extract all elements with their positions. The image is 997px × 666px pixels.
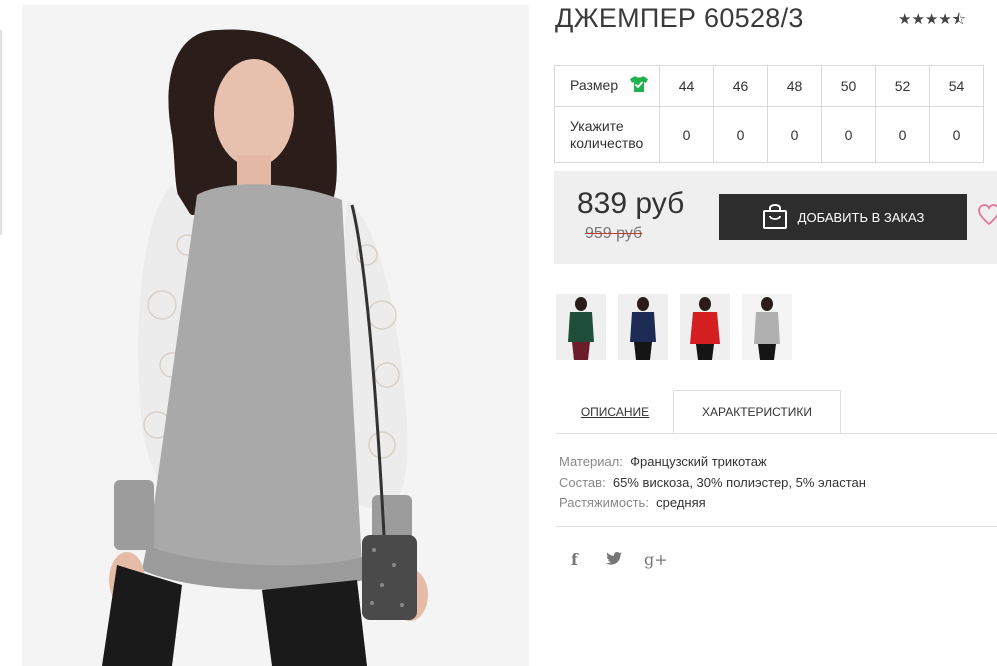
left-edge xyxy=(0,0,2,666)
spec-value: 65% вискоза, 30% полиэстер, 5% эластан xyxy=(612,474,866,490)
scroll-bar[interactable] xyxy=(0,30,2,235)
facebook-icon[interactable]: f xyxy=(571,550,578,569)
social-divider xyxy=(556,526,997,527)
model-photo xyxy=(22,5,529,666)
qty-46[interactable]: 0 xyxy=(713,106,768,163)
size-50[interactable]: 50 xyxy=(821,65,876,107)
qty-52[interactable]: 0 xyxy=(875,106,930,163)
qty-48[interactable]: 0 xyxy=(767,106,822,163)
thumbnail-grey[interactable] xyxy=(742,294,792,360)
qty-54[interactable]: 0 xyxy=(929,106,984,163)
spec-row: Материал: Французский трикотаж xyxy=(559,452,866,473)
product-main-image[interactable] xyxy=(22,5,529,666)
tab-characteristics[interactable]: ХАРАКТЕРИСТИКИ xyxy=(673,390,841,434)
rating-stars[interactable]: ★★★★⯪ xyxy=(898,9,966,34)
current-price: 839 руб xyxy=(577,187,685,220)
twitter-icon[interactable] xyxy=(606,552,622,570)
spec-key: Материал: xyxy=(559,454,623,469)
add-to-order-button[interactable]: ДОБАВИТЬ В ЗАКАЗ xyxy=(719,194,967,240)
googleplus-icon[interactable]: g+ xyxy=(644,550,668,569)
qty-44[interactable]: 0 xyxy=(659,106,714,163)
product-tabs: ОПИСАНИЕ ХАРАКТЕРИСТИКИ xyxy=(556,390,997,434)
spec-value: средняя xyxy=(656,495,706,510)
spec-row: Состав: 65% вискоза, 30% полиэстер, 5% э… xyxy=(559,473,866,494)
add-to-order-label: ДОБАВИТЬ В ЗАКАЗ xyxy=(797,209,925,225)
qty-label: Укажите количество xyxy=(554,106,660,163)
spec-row: Растяжимость: средняя xyxy=(559,493,866,514)
spec-key: Растяжимость: xyxy=(559,495,649,510)
specs-list: Материал: Французский трикотаж Состав: 6… xyxy=(559,452,866,514)
spec-value: Французский трикотаж xyxy=(630,454,767,469)
size-table: Размер 44 46 48 50 52 54 Укажите количес… xyxy=(554,65,984,163)
size-46[interactable]: 46 xyxy=(713,65,768,107)
thumbnail-green[interactable] xyxy=(556,294,606,360)
tab-description[interactable]: ОПИСАНИЕ xyxy=(556,390,674,434)
spec-key: Состав: xyxy=(559,474,606,490)
product-title: ДЖЕМПЕР 60528/3 xyxy=(555,3,804,33)
wishlist-heart-icon[interactable] xyxy=(978,204,997,231)
size-label: Размер xyxy=(570,77,619,94)
old-price: 959 руб xyxy=(585,225,643,242)
size-label-cell: Размер xyxy=(554,65,660,107)
qty-50[interactable]: 0 xyxy=(821,106,876,163)
size-44[interactable]: 44 xyxy=(659,65,714,107)
shopping-bag-icon xyxy=(762,202,788,233)
tab-divider xyxy=(556,433,997,434)
thumbnail-navy[interactable] xyxy=(618,294,668,360)
thumbnail-red[interactable] xyxy=(680,294,730,360)
size-54[interactable]: 54 xyxy=(929,65,984,107)
size-chart-icon[interactable] xyxy=(630,75,649,95)
price-box: 839 руб 959 руб ДОБАВИТЬ В ЗАКАЗ xyxy=(554,171,997,264)
size-52[interactable]: 52 xyxy=(875,65,930,107)
size-48[interactable]: 48 xyxy=(767,65,822,107)
